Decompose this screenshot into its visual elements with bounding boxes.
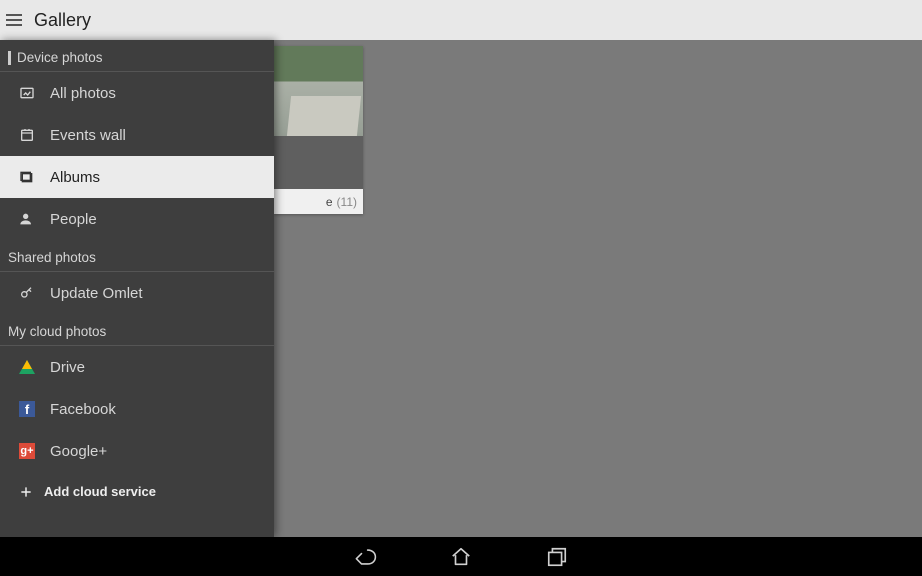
sidebar-item-google-plus[interactable]: g+ Google+ [0, 430, 274, 472]
section-shared-label: Shared photos [8, 250, 96, 265]
sidebar-item-facebook[interactable]: f Facebook [0, 388, 274, 430]
add-cloud-service[interactable]: Add cloud service [0, 472, 274, 499]
back-button[interactable] [352, 544, 378, 570]
app-title: Gallery [34, 10, 91, 31]
navigation-drawer: Device photos All photos Events wall Alb… [0, 40, 274, 537]
google-plus-icon: g+ [16, 443, 38, 459]
section-cloud-label: My cloud photos [8, 324, 106, 339]
sidebar-item-events-wall[interactable]: Events wall [0, 114, 274, 156]
sidebar-item-people[interactable]: People [0, 198, 274, 240]
sidebar-item-label: Drive [50, 359, 85, 376]
sidebar-item-albums[interactable]: Albums [0, 156, 274, 198]
sidebar-item-label: Google+ [50, 443, 107, 460]
album-title-suffix: e [326, 195, 333, 209]
home-button[interactable] [448, 544, 474, 570]
sidebar-item-all-photos[interactable]: All photos [0, 72, 274, 114]
section-shared-photos: Shared photos [0, 240, 274, 272]
photos-icon [16, 85, 38, 101]
sidebar-item-label: All photos [50, 85, 116, 102]
add-cloud-label: Add cloud service [44, 484, 156, 499]
sidebar-item-update-omlet[interactable]: Update Omlet [0, 272, 274, 314]
albums-icon [16, 169, 38, 185]
system-nav-bar [0, 537, 922, 576]
album-caption: e (11) [274, 189, 363, 214]
section-my-cloud-photos: My cloud photos [0, 314, 274, 346]
album-card[interactable]: e (11) [274, 46, 363, 214]
section-device-label: Device photos [17, 50, 103, 65]
sidebar-item-drive[interactable]: Drive [0, 346, 274, 388]
sidebar-item-label: Albums [50, 169, 100, 186]
calendar-icon [16, 127, 38, 143]
plus-icon [16, 485, 36, 499]
sidebar-item-label: People [50, 211, 97, 228]
sidebar-item-label: Update Omlet [50, 285, 143, 302]
recents-button[interactable] [544, 544, 570, 570]
album-thumbnail [274, 46, 363, 189]
section-device-photos: Device photos [0, 40, 274, 72]
people-icon [16, 211, 38, 227]
section-marker-icon [8, 51, 11, 65]
drive-icon [16, 360, 38, 374]
sidebar-item-label: Events wall [50, 127, 126, 144]
sidebar-item-label: Facebook [50, 401, 116, 418]
action-bar: Gallery [0, 0, 922, 40]
key-icon [16, 285, 38, 301]
album-count: (11) [337, 195, 357, 209]
menu-icon[interactable] [4, 10, 24, 30]
facebook-icon: f [16, 401, 38, 417]
